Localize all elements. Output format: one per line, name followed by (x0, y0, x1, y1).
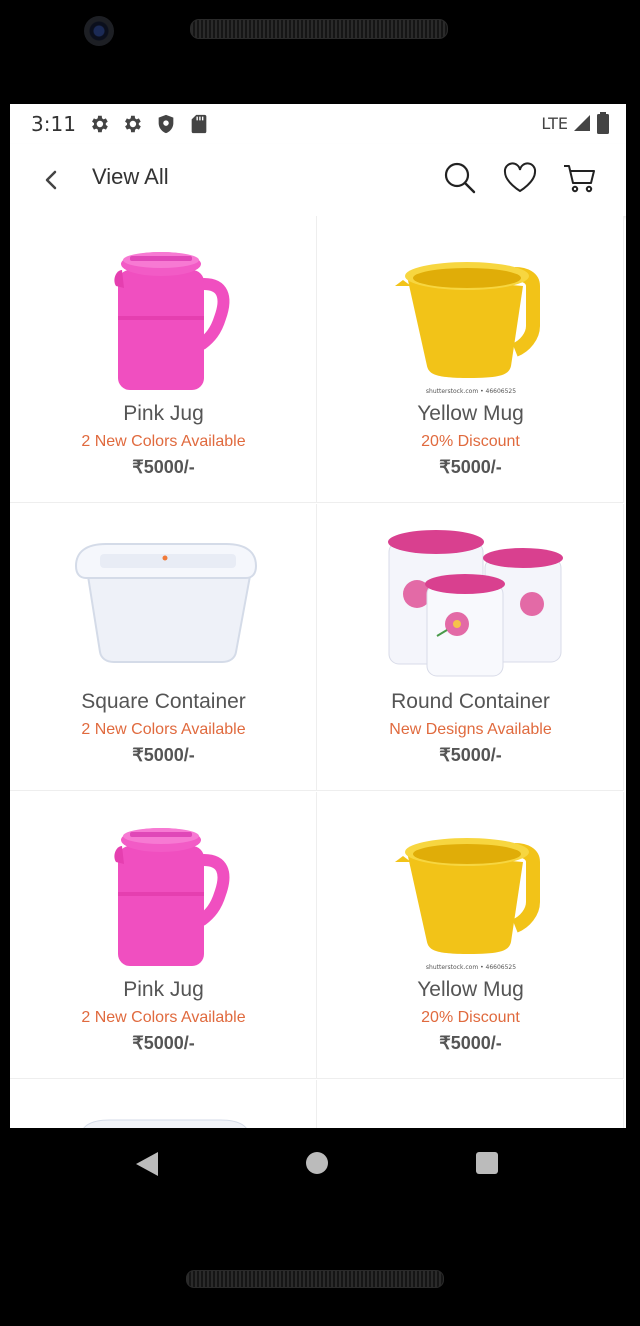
status-right: LTE (541, 112, 610, 134)
app-bar: View All (10, 144, 626, 216)
product-subtitle: 2 New Colors Available (81, 721, 246, 738)
earpiece-speaker (190, 19, 448, 39)
watermark: shutterstock.com • 46606525 (426, 388, 516, 395)
shield-icon (158, 114, 174, 134)
square-container-image (74, 543, 258, 663)
product-subtitle: 20% Discount (421, 1009, 520, 1026)
product-price: ₹5000/- (132, 745, 195, 765)
product-card[interactable]: shutterstock.com • 46606525 Yellow Mug 2… (317, 792, 624, 1079)
product-price: ₹5000/- (132, 457, 195, 477)
product-card[interactable]: Pink Jug 2 New Colors Available ₹5000/- (10, 792, 317, 1079)
sd-card-icon (191, 114, 207, 134)
product-card[interactable] (10, 1080, 317, 1128)
product-card[interactable]: shutterstock.com • 46606525 Yellow Mug 2… (317, 216, 624, 503)
status-bar: 3:11 LTE (10, 104, 626, 144)
bottom-speaker (186, 1270, 444, 1288)
product-card[interactable]: Pink Jug 2 New Colors Available ₹5000/- (10, 216, 317, 503)
yellow-mug-image: shutterstock.com • 46606525 (395, 838, 540, 971)
product-card[interactable]: Round Container New Designs Available ₹5… (317, 504, 624, 791)
device-top-bezel (0, 0, 640, 104)
yellow-mug-image: shutterstock.com • 46606525 (395, 262, 540, 395)
page-title: View All (92, 164, 169, 189)
watermark: shutterstock.com • 46606525 (426, 964, 516, 971)
product-price: ₹5000/- (439, 745, 502, 765)
product-subtitle: New Designs Available (389, 721, 552, 738)
settings-icon (92, 115, 108, 133)
product-name: Pink Jug (123, 402, 204, 425)
status-time: 3:11 (31, 112, 76, 136)
product-price: ₹5000/- (439, 1033, 502, 1053)
product-name: Square Container (81, 690, 246, 713)
battery-icon (597, 112, 609, 134)
signal-icon (574, 115, 590, 131)
product-card[interactable]: Square Container 2 New Colors Available … (10, 504, 317, 791)
product-price: ₹5000/- (132, 1033, 195, 1053)
network-type: LTE (541, 113, 568, 133)
product-subtitle: 2 New Colors Available (81, 433, 246, 450)
product-name: Round Container (391, 690, 550, 713)
search-icon[interactable] (442, 160, 478, 196)
camera-icon (84, 16, 114, 46)
heart-icon[interactable] (502, 160, 538, 196)
product-card[interactable] (317, 1080, 624, 1128)
round-container-image (317, 1100, 624, 1128)
nav-back-icon[interactable] (134, 1150, 160, 1178)
product-price: ₹5000/- (439, 457, 502, 477)
pink-jug-image (114, 252, 230, 390)
product-subtitle: 20% Discount (421, 433, 520, 450)
product-name: Yellow Mug (417, 978, 524, 1001)
round-container-image (388, 530, 563, 677)
pink-jug-image (114, 828, 230, 966)
product-name: Pink Jug (123, 978, 204, 1001)
nav-recents-icon[interactable] (476, 1152, 498, 1174)
settings-icon (125, 115, 141, 133)
back-arrow-icon[interactable] (36, 164, 68, 196)
product-subtitle: 2 New Colors Available (81, 1009, 246, 1026)
cart-icon[interactable] (562, 160, 598, 196)
app-screen: 3:11 LTE View All Pink Jug 2 New Colors … (10, 104, 626, 1128)
nav-home-icon[interactable] (306, 1152, 328, 1174)
product-name: Yellow Mug (417, 402, 524, 425)
square-container-image (83, 1119, 247, 1128)
